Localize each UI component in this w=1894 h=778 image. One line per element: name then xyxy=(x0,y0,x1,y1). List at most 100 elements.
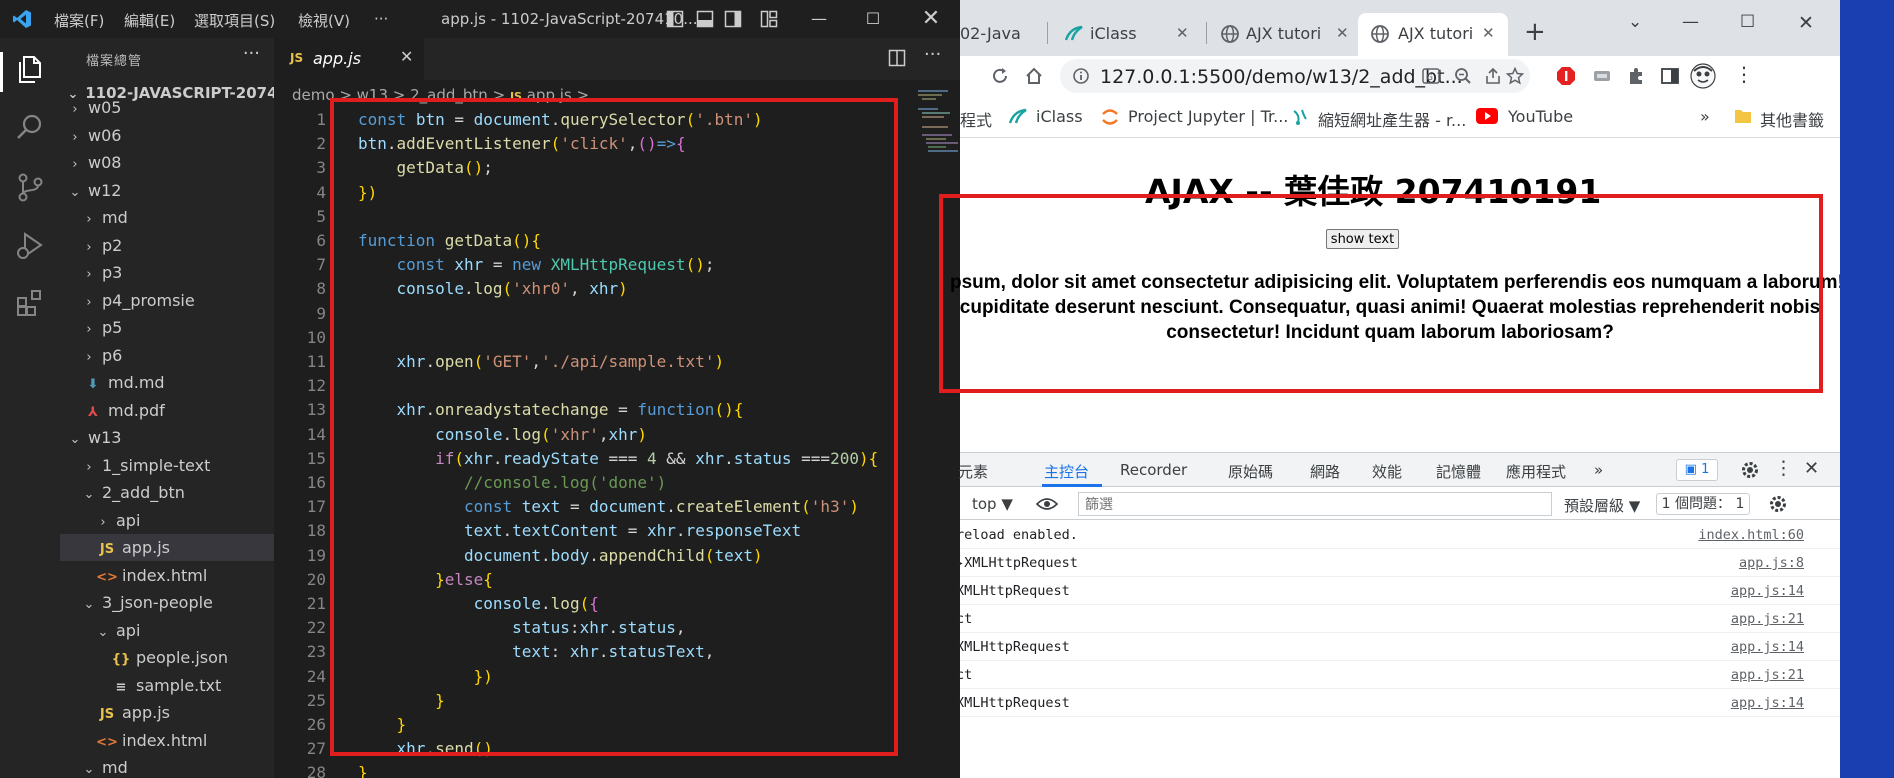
tree-item-w08[interactable]: › w08 xyxy=(60,149,274,176)
tree-item-p2[interactable]: › p2 xyxy=(60,232,274,259)
log-source-link[interactable]: app.js:14 xyxy=(1731,695,1804,711)
split-editor-icon[interactable] xyxy=(888,49,906,67)
log-source-link[interactable]: app.js:14 xyxy=(1731,639,1804,655)
console-log-row[interactable]: reload enabled. index.html:60 xyxy=(956,521,1840,549)
side-panel-icon[interactable] xyxy=(1660,66,1680,86)
log-source-link[interactable]: app.js:14 xyxy=(1731,583,1804,599)
tab-close-icon[interactable]: ✕ xyxy=(1336,24,1349,42)
minimize-icon[interactable]: — xyxy=(806,6,832,32)
editor-more-button[interactable]: ··· xyxy=(924,44,941,65)
extensions-puzzle-icon[interactable] xyxy=(1626,66,1646,86)
code-line[interactable]: xhr.onreadystatechange = function(){ xyxy=(358,400,744,419)
tree-item-3-json-people[interactable]: ⌄ 3_json-people xyxy=(60,589,274,616)
tree-item-index-html[interactable]: <> index.html xyxy=(60,562,274,589)
code-editor[interactable]: 1 const btn = document.querySelector('.bt… xyxy=(274,104,914,778)
code-line[interactable]: const text = document.createElement('h3'… xyxy=(358,497,859,516)
tree-item-w13[interactable]: ⌄ w13 xyxy=(60,424,274,451)
console-log-row[interactable]: ct app.js:21 xyxy=(956,661,1840,689)
console-log-row[interactable]: ▸XMLHttpRequest app.js:8 xyxy=(956,549,1840,577)
minimap[interactable] xyxy=(910,80,960,778)
console-log-row[interactable]: XMLHttpRequest app.js:14 xyxy=(956,689,1840,717)
tab-close-icon[interactable]: ✕ xyxy=(1176,24,1189,42)
tab-ajx-tutorial-1[interactable]: AJX tutori ✕ xyxy=(1212,15,1358,51)
more-bookmarks-button[interactable]: » xyxy=(1700,107,1710,126)
tree-item-w05[interactable]: › w05 xyxy=(60,94,274,121)
devtools-menu-icon[interactable]: ⋮ xyxy=(1774,457,1793,479)
tree-item-api[interactable]: › api xyxy=(60,507,274,534)
extension-icon[interactable] xyxy=(1592,66,1612,86)
console-filter-input[interactable] xyxy=(1078,492,1552,516)
tree-item-p6[interactable]: › p6 xyxy=(60,342,274,369)
tree-item-p4-promsie[interactable]: › p4_promsie xyxy=(60,287,274,314)
devtools-close-icon[interactable]: ✕ xyxy=(1804,458,1819,479)
code-line[interactable]: console.log({ xyxy=(358,594,599,613)
explorer-icon[interactable] xyxy=(13,52,47,86)
tree-item-app-js[interactable]: JS app.js xyxy=(60,699,274,726)
code-line[interactable]: }) xyxy=(358,183,377,202)
tree-item-md[interactable]: ⌄ md xyxy=(60,754,274,778)
tab-iclass[interactable]: iClass ✕ xyxy=(1056,15,1202,51)
zoom-icon[interactable] xyxy=(1454,67,1472,85)
reload-icon[interactable] xyxy=(990,66,1010,86)
bookmark-program[interactable]: 程式 xyxy=(960,107,992,131)
log-levels-dropdown[interactable]: 預設層級 ▼ xyxy=(1564,495,1640,516)
toggle-panel-icon[interactable] xyxy=(696,10,714,28)
menu-edit[interactable]: 編輯(E) xyxy=(124,10,175,31)
tree-item-sample-txt[interactable]: ≡ sample.txt xyxy=(60,672,274,699)
code-line[interactable]: if(xhr.readyState === 4 && xhr.status ==… xyxy=(358,449,878,468)
code-line[interactable]: const xhr = new XMLHttpRequest(); xyxy=(358,255,715,274)
code-line[interactable]: }) xyxy=(358,667,493,686)
extensions-icon[interactable] xyxy=(13,286,47,320)
breadcrumb-folder[interactable]: 2_add_btn xyxy=(410,86,488,104)
log-source-link[interactable]: app.js:21 xyxy=(1731,667,1804,683)
code-line[interactable]: xhr.open('GET','./api/sample.txt') xyxy=(358,352,725,371)
code-line[interactable]: function getData(){ xyxy=(358,231,541,250)
code-line[interactable]: //console.log('done') xyxy=(358,473,666,492)
minimize-icon[interactable]: — xyxy=(1682,12,1699,32)
tab-performance[interactable]: 效能 xyxy=(1372,461,1402,482)
tree-item-md-md[interactable]: ⬇ md.md xyxy=(60,369,274,396)
close-icon[interactable]: ✕ xyxy=(918,6,944,32)
code-line[interactable]: text: xhr.statusText, xyxy=(358,642,714,661)
tree-item-1-simple-text[interactable]: › 1_simple-text xyxy=(60,452,274,479)
tab-sources[interactable]: 原始碼 xyxy=(1228,461,1273,482)
share-icon[interactable] xyxy=(1484,67,1502,85)
console-settings-icon[interactable] xyxy=(1768,494,1788,514)
code-line[interactable]: getData(); xyxy=(358,158,493,177)
code-line[interactable]: } xyxy=(358,763,368,778)
bookmark-iclass[interactable]: iClass xyxy=(1036,107,1083,126)
tree-item-people-json[interactable]: {} people.json xyxy=(60,644,274,671)
console-log-row[interactable]: ct app.js:21 xyxy=(956,605,1840,633)
address-bar[interactable]: 127.0.0.1:5500/demo/w13/2_add_bt... G xyxy=(1060,59,1530,93)
menu-file[interactable]: 檔案(F) xyxy=(54,10,104,31)
console-log-row[interactable]: XMLHttpRequest app.js:14 xyxy=(956,633,1840,661)
tab-memory[interactable]: 記憶體 xyxy=(1436,461,1481,482)
tab-javascript[interactable]: 02-Java xyxy=(960,15,1042,51)
console-log-row[interactable]: XMLHttpRequest app.js:14 xyxy=(956,577,1840,605)
search-icon[interactable] xyxy=(13,110,47,144)
toggle-sidebar-icon[interactable] xyxy=(666,10,684,28)
tab-search-icon[interactable]: ⌄ xyxy=(1628,12,1642,32)
customize-layout-icon[interactable] xyxy=(760,10,778,28)
issues-button[interactable]: 1 個問題： 1 xyxy=(1656,493,1750,515)
code-line[interactable]: } xyxy=(358,715,407,734)
maximize-icon[interactable]: ☐ xyxy=(860,6,886,32)
code-line[interactable]: status:xhr.status, xyxy=(358,618,685,637)
tree-item-api[interactable]: ⌄ api xyxy=(60,617,274,644)
code-line[interactable]: xhr.send() xyxy=(358,739,493,758)
code-line[interactable]: console.log('xhr',xhr) xyxy=(358,425,647,444)
tree-item-w12[interactable]: ⌄ w12 xyxy=(60,177,274,204)
log-source-link[interactable]: app.js:21 xyxy=(1731,611,1804,627)
settings-gear-icon[interactable] xyxy=(1740,460,1760,480)
menu-more[interactable]: ··· xyxy=(374,10,388,28)
show-text-button[interactable]: show text xyxy=(1326,229,1399,249)
menu-selection[interactable]: 選取項目(S) xyxy=(194,10,275,31)
close-icon[interactable]: ✕ xyxy=(1798,12,1814,34)
bookmark-jupyter[interactable]: Project Jupyter | Tr... xyxy=(1128,107,1288,126)
run-debug-icon[interactable] xyxy=(13,228,47,262)
tab-app-js[interactable]: JS app.js ✕ xyxy=(274,38,424,80)
tab-application[interactable]: 應用程式 xyxy=(1506,461,1566,482)
translate-icon[interactable]: G xyxy=(1422,67,1440,85)
breadcrumb-demo[interactable]: demo xyxy=(292,86,335,104)
breadcrumb-more[interactable]: ... xyxy=(594,86,608,104)
